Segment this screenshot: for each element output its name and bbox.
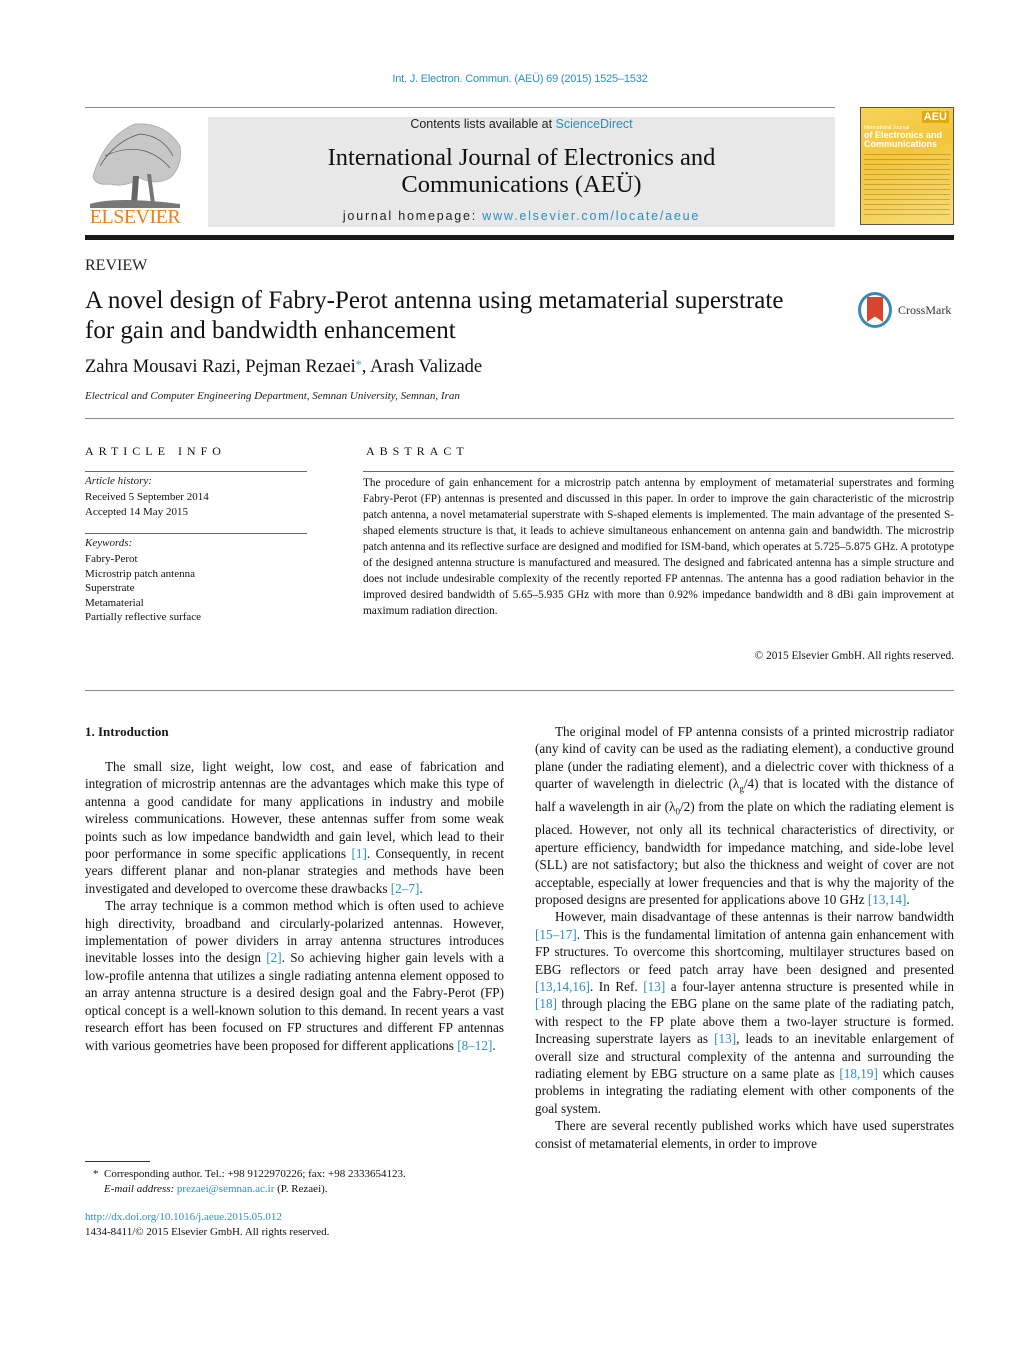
affiliation: Electrical and Computer Engineering Depa… <box>85 390 460 402</box>
crossmark-label: CrossMark <box>898 303 952 317</box>
cover-contents-lines <box>864 154 950 216</box>
email-suffix: (P. Rezaei). <box>274 1183 328 1195</box>
journal-title: International Journal of Electronics and… <box>208 144 835 198</box>
footnote-contact: * Corresponding author. Tel.: +98 912297… <box>93 1167 406 1182</box>
article-title-line1: A novel design of Fabry-Perot antenna us… <box>85 287 784 314</box>
article-info-heading: ARTICLE INFO <box>85 444 226 458</box>
contents-prefix: Contents lists available at <box>410 117 556 131</box>
journal-cover-thumbnail[interactable]: AEÜ International Journal of Electronics… <box>860 107 954 225</box>
citation-reference-link[interactable]: [13] <box>643 979 665 994</box>
footnote-contact-text: Corresponding author. Tel.: +98 91229702… <box>104 1168 406 1180</box>
divider <box>85 471 307 472</box>
author-name[interactable]: Arash Valizade <box>370 357 482 377</box>
keyword: Partially reflective surface <box>85 611 202 623</box>
email-link[interactable]: prezaei@semnan.ac.ir <box>177 1183 274 1195</box>
history-accepted: Accepted 14 May 2015 <box>85 505 188 518</box>
homepage-line: journal homepage: www.elsevier.com/locat… <box>208 209 835 223</box>
elsevier-wordmark: ELSEVIER <box>89 206 181 228</box>
citation-reference-link[interactable]: [2] <box>266 950 281 965</box>
contents-line: Contents lists available at ScienceDirec… <box>208 117 835 131</box>
cover-title-line2: Communications <box>864 139 938 149</box>
homepage-prefix: journal homepage: <box>342 209 483 223</box>
divider <box>363 471 954 472</box>
keyword: Fabry-Perot <box>85 553 138 565</box>
divider <box>85 107 835 108</box>
citation-reference-link[interactable]: [18] <box>535 996 557 1011</box>
abstract-copyright: © 2015 Elsevier GmbH. All rights reserve… <box>754 650 954 662</box>
footnote: * Corresponding author. Tel.: +98 912297… <box>93 1167 406 1197</box>
doi-link[interactable]: http://dx.doi.org/10.1016/j.aeue.2015.05… <box>85 1211 282 1223</box>
citation-reference-link[interactable]: [13,14] <box>868 892 906 907</box>
issn-copyright: 1434-8411/© 2015 Elsevier GmbH. All righ… <box>85 1226 330 1238</box>
author-name[interactable]: Pejman Rezaei <box>245 357 355 377</box>
citation-link[interactable]: Int. J. Electron. Commun. (AEÜ) 69 (2015… <box>0 73 1020 85</box>
corresponding-author-marker[interactable]: * <box>356 357 362 371</box>
divider <box>85 690 954 691</box>
abstract-heading: ABSTRACT <box>366 444 469 458</box>
keywords-label: Keywords: <box>85 537 133 549</box>
author-list: Zahra Mousavi Razi, Pejman Rezaei*, Aras… <box>85 357 483 377</box>
journal-title-line1: International Journal of Electronics and <box>327 144 716 171</box>
article-title-line2: for gain and bandwidth enhancement <box>85 317 456 344</box>
citation-reference-link[interactable]: [15–17] <box>535 927 577 942</box>
history-received: Received 5 September 2014 <box>85 491 209 503</box>
subscript: 0 <box>675 806 680 817</box>
divider <box>85 533 307 534</box>
sciencedirect-link[interactable]: ScienceDirect <box>556 117 633 131</box>
article-history: Received 5 September 2014 Accepted 14 Ma… <box>85 490 209 519</box>
keyword: Superstrate <box>85 582 135 594</box>
body-paragraph: The array technique is a common method w… <box>85 898 505 1053</box>
keyword: Metamaterial <box>85 596 144 609</box>
footnote-email: E-mail address: prezaei@semnan.ac.ir (P.… <box>93 1182 406 1197</box>
article-title: A novel design of Fabry-Perot antenna us… <box>85 286 845 346</box>
article-history-label: Article history: <box>85 475 152 487</box>
citation-reference-link[interactable]: [18,19] <box>839 1066 877 1081</box>
article-type-label: REVIEW <box>85 257 148 274</box>
cover-big-title: of Electronics and Communications <box>864 131 942 149</box>
keyword: Microstrip patch antenna <box>85 567 195 580</box>
body-paragraph: The small size, light weight, low cost, … <box>85 759 505 896</box>
citation-reference-link[interactable]: [13,14,16] <box>535 979 590 994</box>
author-name[interactable]: Zahra Mousavi Razi <box>85 357 236 377</box>
footnote-star: * <box>93 1168 99 1180</box>
citation-reference-link[interactable]: [8–12] <box>457 1038 492 1053</box>
body-paragraph: However, main disadvantage of these ante… <box>535 909 954 1116</box>
divider <box>85 418 954 419</box>
citation-reference-link[interactable]: [1] <box>351 846 366 861</box>
header-divider <box>85 235 954 240</box>
journal-homepage-link[interactable]: www.elsevier.com/locate/aeue <box>482 209 700 223</box>
email-label: E-mail address: <box>104 1183 177 1195</box>
section-heading: 1. Introduction <box>85 724 169 739</box>
subscript: g <box>739 783 744 794</box>
body-paragraph: The original model of FP antenna consist… <box>535 724 954 907</box>
footnote-divider <box>85 1161 150 1162</box>
abstract-text: The procedure of gain enhancement for a … <box>363 477 954 617</box>
body-column-left: The small size, light weight, low cost, … <box>85 758 504 1054</box>
citation-reference-link[interactable]: [2–7] <box>391 881 420 896</box>
crossmark-button[interactable]: CrossMark <box>858 290 958 330</box>
citation-reference-link[interactable]: [13] <box>714 1031 736 1046</box>
keyword-list: Fabry-Perot Microstrip patch antenna Sup… <box>85 552 201 625</box>
cover-badge: AEÜ <box>921 111 949 123</box>
body-column-right: The original model of FP antenna consist… <box>535 723 954 1152</box>
body-paragraph: There are several recently published wor… <box>535 1118 954 1151</box>
journal-title-line2: Communications (AEÜ) <box>401 171 642 198</box>
